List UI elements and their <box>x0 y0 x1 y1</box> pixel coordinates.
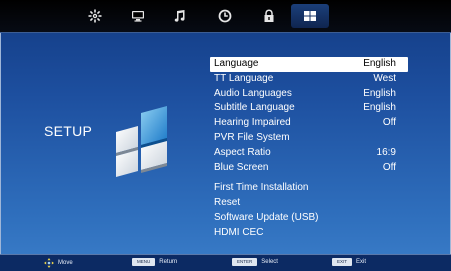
top-tab-bar <box>0 0 451 33</box>
menu-item-software-update[interactable]: Software Update (USB) <box>210 211 408 226</box>
menu-item-tt-language[interactable]: TT Language West <box>210 72 408 87</box>
menu-item-label: PVR File System <box>214 131 290 143</box>
menu-item-audio-languages[interactable]: Audio Languages English <box>210 87 408 102</box>
menu-item-subtitle-language[interactable]: Subtitle Language English <box>210 101 408 116</box>
menu-item-label: HDMI CEC <box>214 226 264 238</box>
setup-grid-icon <box>304 11 316 21</box>
setup-illustration-icon <box>116 106 167 177</box>
hint-return-label: Return <box>159 259 178 265</box>
menu-item-blue-screen[interactable]: Blue Screen Off <box>210 161 408 176</box>
tab-lock[interactable] <box>250 4 288 28</box>
setup-menu-list: Language English TT Language West Audio … <box>210 57 408 241</box>
menu-item-language[interactable]: Language English <box>210 57 408 72</box>
exit-key: EXIT <box>332 258 353 266</box>
menu-item-label: Hearing Impaired <box>214 117 291 129</box>
menu-key: MENU <box>132 258 156 266</box>
menu-item-label: Software Update (USB) <box>214 211 319 223</box>
tab-setup[interactable] <box>291 4 329 28</box>
picture-monitor-icon <box>132 11 144 22</box>
menu-item-value: English <box>363 87 396 99</box>
hint-exit: EXIT Exit <box>332 258 366 266</box>
move-arrows-icon <box>44 258 54 268</box>
menu-item-hdmi-cec[interactable]: HDMI CEC <box>210 226 408 241</box>
menu-item-label: Aspect Ratio <box>214 146 271 158</box>
clock-timer-icon <box>218 9 232 23</box>
hint-move-label: Move <box>58 260 73 266</box>
menu-item-value: English <box>363 102 396 114</box>
page-title: SETUP <box>44 123 93 139</box>
menu-item-label: Blue Screen <box>214 161 269 173</box>
hint-return: MENU Return <box>132 258 177 266</box>
menu-item-hearing-impaired[interactable]: Hearing Impaired Off <box>210 116 408 131</box>
hint-move: Move <box>44 258 73 268</box>
menu-item-reset[interactable]: Reset <box>210 196 408 211</box>
menu-item-first-time-installation[interactable]: First Time Installation <box>210 181 408 196</box>
hint-select: ENTER Select <box>232 258 278 266</box>
settings-gear-icon <box>88 9 102 23</box>
menu-item-label: TT Language <box>214 72 274 84</box>
menu-item-label: First Time Installation <box>214 182 309 194</box>
hint-select-label: Select <box>261 259 278 265</box>
menu-item-label: Language <box>214 58 259 69</box>
menu-item-label: Subtitle Language <box>214 102 295 114</box>
tab-settings[interactable] <box>76 4 114 28</box>
tab-picture[interactable] <box>119 4 157 28</box>
menu-item-value: 16:9 <box>376 146 396 158</box>
tab-time[interactable] <box>206 4 244 28</box>
menu-item-label: Reset <box>214 197 241 209</box>
menu-item-value: English <box>363 58 396 69</box>
menu-item-aspect-ratio[interactable]: Aspect Ratio 16:9 <box>210 146 408 161</box>
hint-exit-label: Exit <box>356 259 367 265</box>
lock-icon <box>264 9 274 22</box>
footer-hint-bar: Move MENU Return ENTER Select EXIT Exit <box>0 254 451 271</box>
menu-item-pvr-file-system[interactable]: PVR File System <box>210 131 408 146</box>
menu-item-value: Off <box>382 161 396 173</box>
menu-item-label: Audio Languages <box>214 87 292 99</box>
menu-item-value: West <box>373 72 396 84</box>
enter-key: ENTER <box>232 258 258 266</box>
menu-item-value: Off <box>382 117 396 129</box>
tab-sound[interactable] <box>160 4 198 28</box>
music-note-icon <box>174 10 185 22</box>
